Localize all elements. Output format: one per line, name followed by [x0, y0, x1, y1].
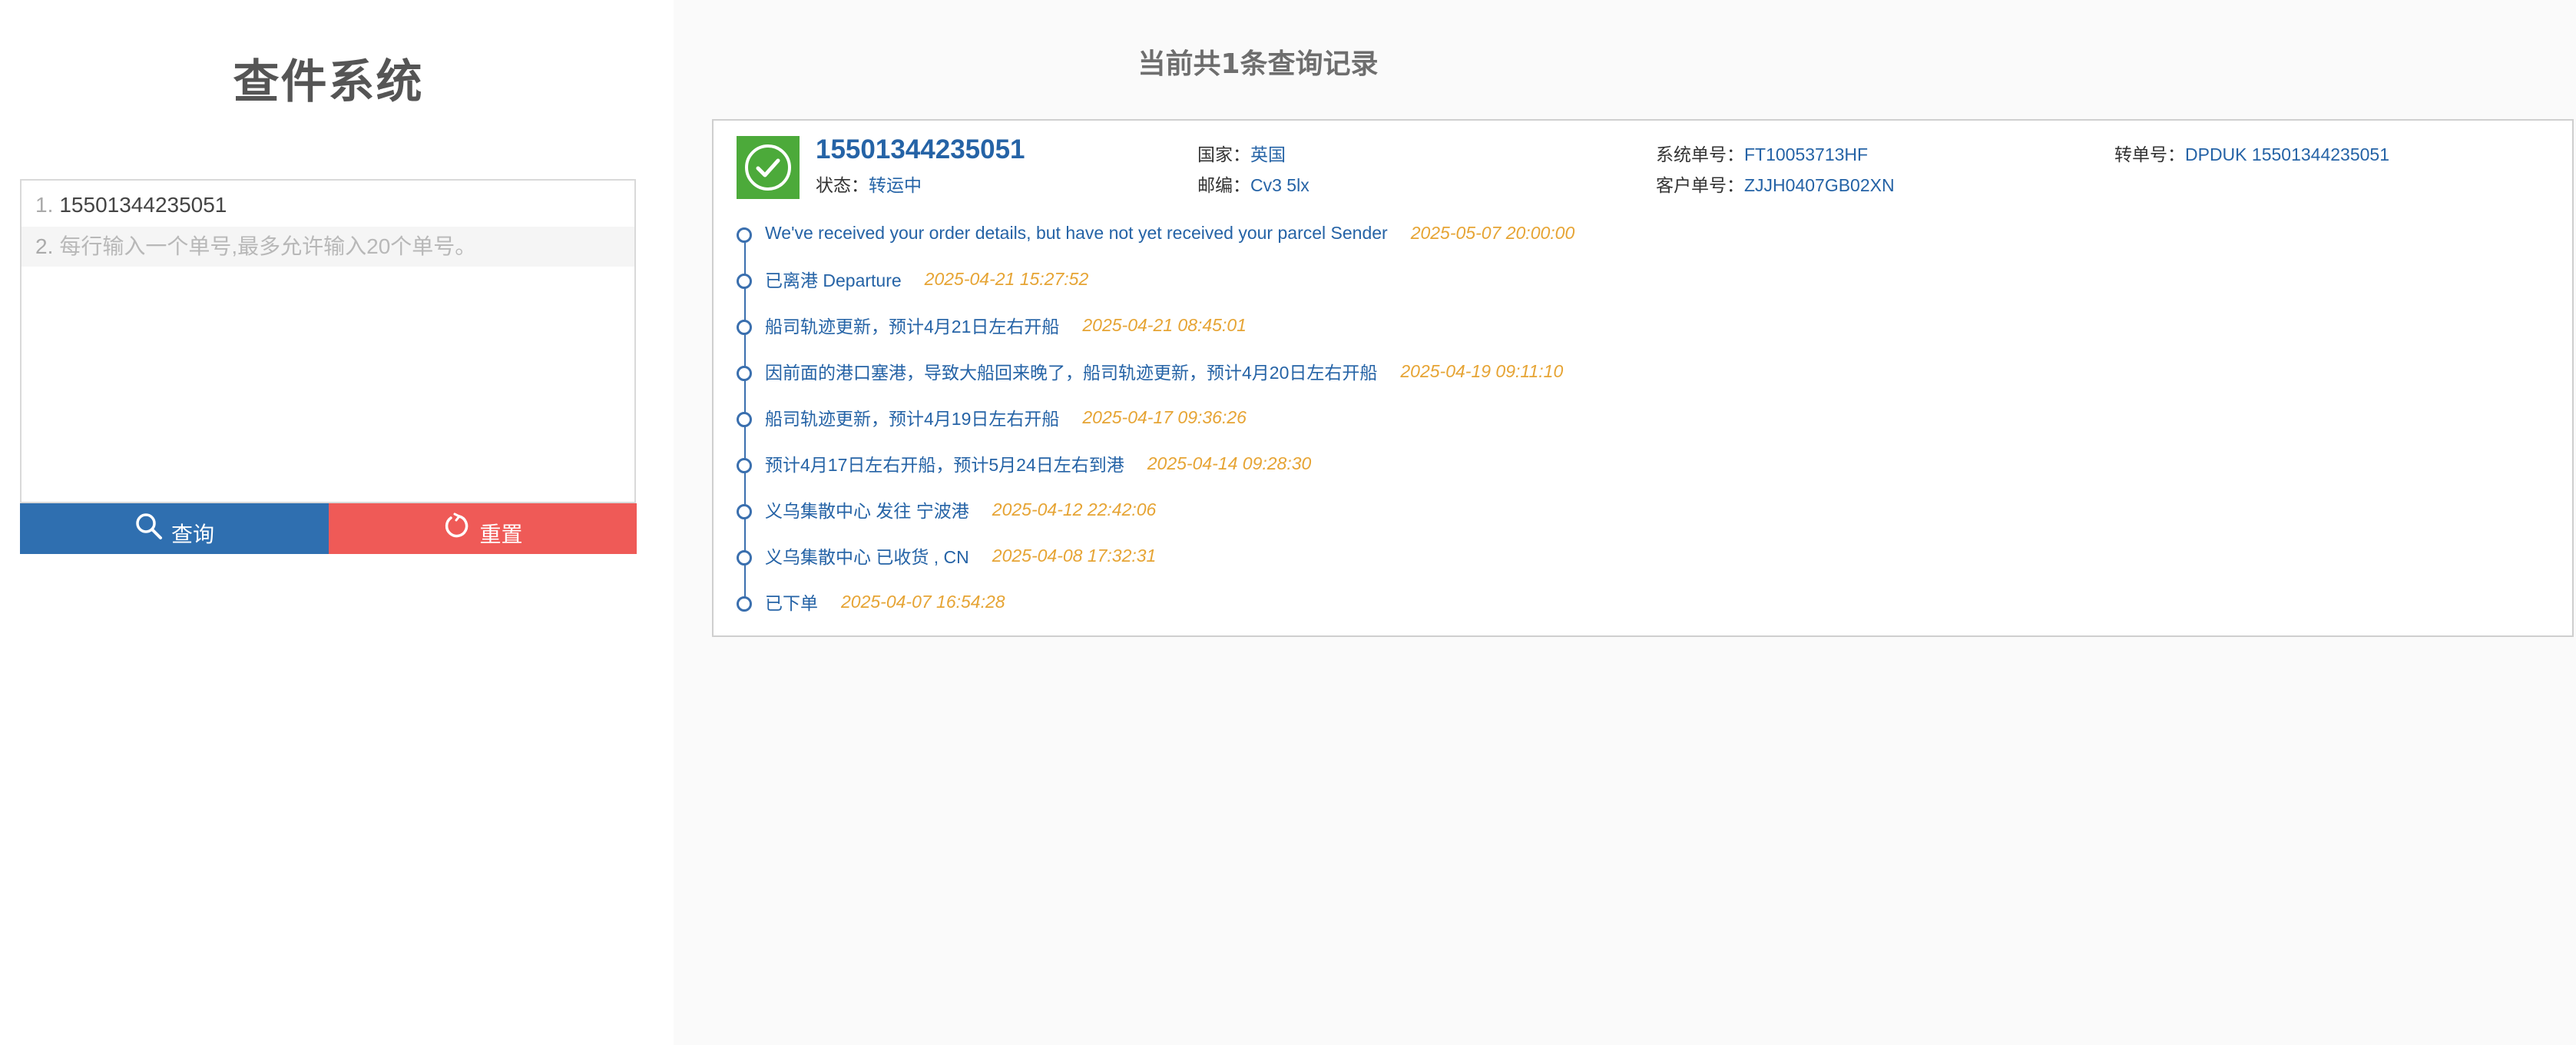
status-field: 状态：转运中 [816, 171, 922, 197]
country-field: 国家：英国 [1197, 140, 1286, 166]
country-label: 国家： [1197, 144, 1250, 164]
tracking-number-textarea[interactable]: 1. 15501344235051 2. 每行输入一个单号,最多允许输入20个单号。 [20, 179, 636, 503]
reset-button[interactable]: 重置 [329, 503, 637, 554]
input-line-1[interactable]: 1. 15501344235051 [22, 185, 634, 225]
country-value: 英国 [1250, 144, 1286, 164]
timeline-event: 预计4月17日左右开船，预计5月24日左右到港 2025-04-14 09:28… [737, 448, 1311, 479]
query-button-label: 查询 [171, 522, 214, 546]
customer-number-field: 客户单号：ZJJH0407GB02XN [1656, 171, 1895, 197]
checkmark-circle-icon [737, 136, 800, 199]
event-time: 2025-04-08 17:32:31 [992, 545, 1157, 566]
timeline-event: 船司轨迹更新，预计4月19日左右开船 2025-04-17 09:36:26 [737, 402, 1247, 433]
search-icon [134, 512, 171, 546]
event-description: 船司轨迹更新，预计4月19日左右开船 [765, 409, 1060, 429]
system-number-field: 系统单号：FT10053713HF [1656, 140, 1868, 166]
system-number-value: FT10053713HF [1744, 144, 1869, 164]
timeline-event: We've received your order details, but h… [737, 217, 1574, 248]
refresh-icon [442, 512, 479, 546]
app-title: 查件系统 [233, 55, 424, 109]
customer-number-value: ZJJH0407GB02XN [1744, 175, 1895, 195]
timeline-dot-icon [737, 550, 752, 566]
timeline-dot-icon [737, 504, 752, 519]
transfer-number-field: 转单号：DPDUK 15501344235051 [2114, 140, 2389, 166]
input-line-1-value: 15501344235051 [59, 193, 227, 217]
tracking-number[interactable]: 15501344235051 [816, 134, 1025, 165]
timeline-event: 已下单 2025-04-07 16:54:28 [737, 586, 1005, 617]
transfer-number-value: DPDUK 15501344235051 [2185, 144, 2389, 164]
customer-number-label: 客户单号： [1656, 175, 1744, 195]
timeline-dot-icon [737, 274, 752, 289]
results-panel: 当前共1条查询记录 15501344235051 状态：转运中 国家：英国 邮编… [674, 0, 2576, 1045]
event-time: 2025-04-07 16:54:28 [841, 591, 1005, 612]
timeline-event: 义乌集散中心 已收货 , CN 2025-04-08 17:32:31 [737, 540, 1156, 571]
event-description: 因前面的港口塞港，导致大船回来晚了，船司轨迹更新，预计4月20日左右开船 [765, 363, 1378, 383]
event-description: We've received your order details, but h… [765, 222, 1388, 243]
timeline-dot-icon [737, 596, 752, 612]
line-number-1: 1. [35, 193, 54, 217]
event-time: 2025-04-12 22:42:06 [992, 499, 1157, 519]
event-time: 2025-04-19 09:11:10 [1400, 360, 1564, 381]
line-number-2: 2. [35, 234, 54, 258]
event-time: 2025-04-21 15:27:52 [924, 268, 1089, 289]
input-line-2[interactable]: 2. 每行输入一个单号,最多允许输入20个单号。 [22, 227, 634, 267]
timeline-dot-icon [737, 320, 752, 335]
postcode-value: Cv3 5lx [1250, 175, 1310, 195]
record-card: 15501344235051 状态：转运中 国家：英国 邮编：Cv3 5lx 系… [712, 119, 2574, 637]
postcode-field: 邮编：Cv3 5lx [1197, 171, 1310, 197]
event-time: 2025-05-07 20:00:00 [1410, 222, 1575, 243]
timeline-event: 义乌集散中心 发往 宁波港 2025-04-12 22:42:06 [737, 494, 1156, 525]
input-placeholder: 每行输入一个单号,最多允许输入20个单号。 [59, 234, 477, 258]
left-panel: 查件系统 1. 15501344235051 2. 每行输入一个单号,最多允许输入2… [0, 0, 674, 1045]
event-description: 义乌集散中心 发往 宁波港 [765, 501, 969, 521]
event-description: 预计4月17日左右开船，预计5月24日左右到港 [765, 455, 1124, 475]
query-button[interactable]: 查询 [20, 503, 329, 554]
system-number-label: 系统单号： [1656, 144, 1744, 164]
transfer-number-label: 转单号： [2114, 144, 2185, 164]
event-time: 2025-04-14 09:28:30 [1147, 453, 1312, 473]
event-time: 2025-04-21 08:45:01 [1082, 314, 1247, 335]
status-value: 转运中 [869, 175, 922, 195]
timeline-dot-icon [737, 227, 752, 243]
event-description: 已下单 [765, 593, 818, 613]
event-description: 义乌集散中心 已收货 , CN [765, 547, 969, 567]
event-description: 船司轨迹更新，预计4月21日左右开船 [765, 317, 1060, 337]
action-buttons: 查询 重置 [20, 503, 637, 554]
status-label: 状态： [816, 175, 869, 195]
timeline-dot-icon [737, 366, 752, 381]
timeline-event: 已离港 Departure 2025-04-21 15:27:52 [737, 264, 1088, 294]
postcode-label: 邮编： [1197, 175, 1250, 195]
event-time: 2025-04-17 09:36:26 [1082, 406, 1247, 427]
event-description: 已离港 Departure [765, 270, 902, 290]
timeline-dot-icon [737, 412, 752, 427]
timeline-event: 因前面的港口塞港，导致大船回来晚了，船司轨迹更新，预计4月20日左右开船 202… [737, 356, 1563, 386]
timeline-event: 船司轨迹更新，预计4月21日左右开船 2025-04-21 08:45:01 [737, 310, 1247, 340]
results-count-heading: 当前共1条查询记录 [1137, 48, 1379, 80]
reset-button-label: 重置 [479, 522, 523, 546]
timeline-dot-icon [737, 458, 752, 473]
